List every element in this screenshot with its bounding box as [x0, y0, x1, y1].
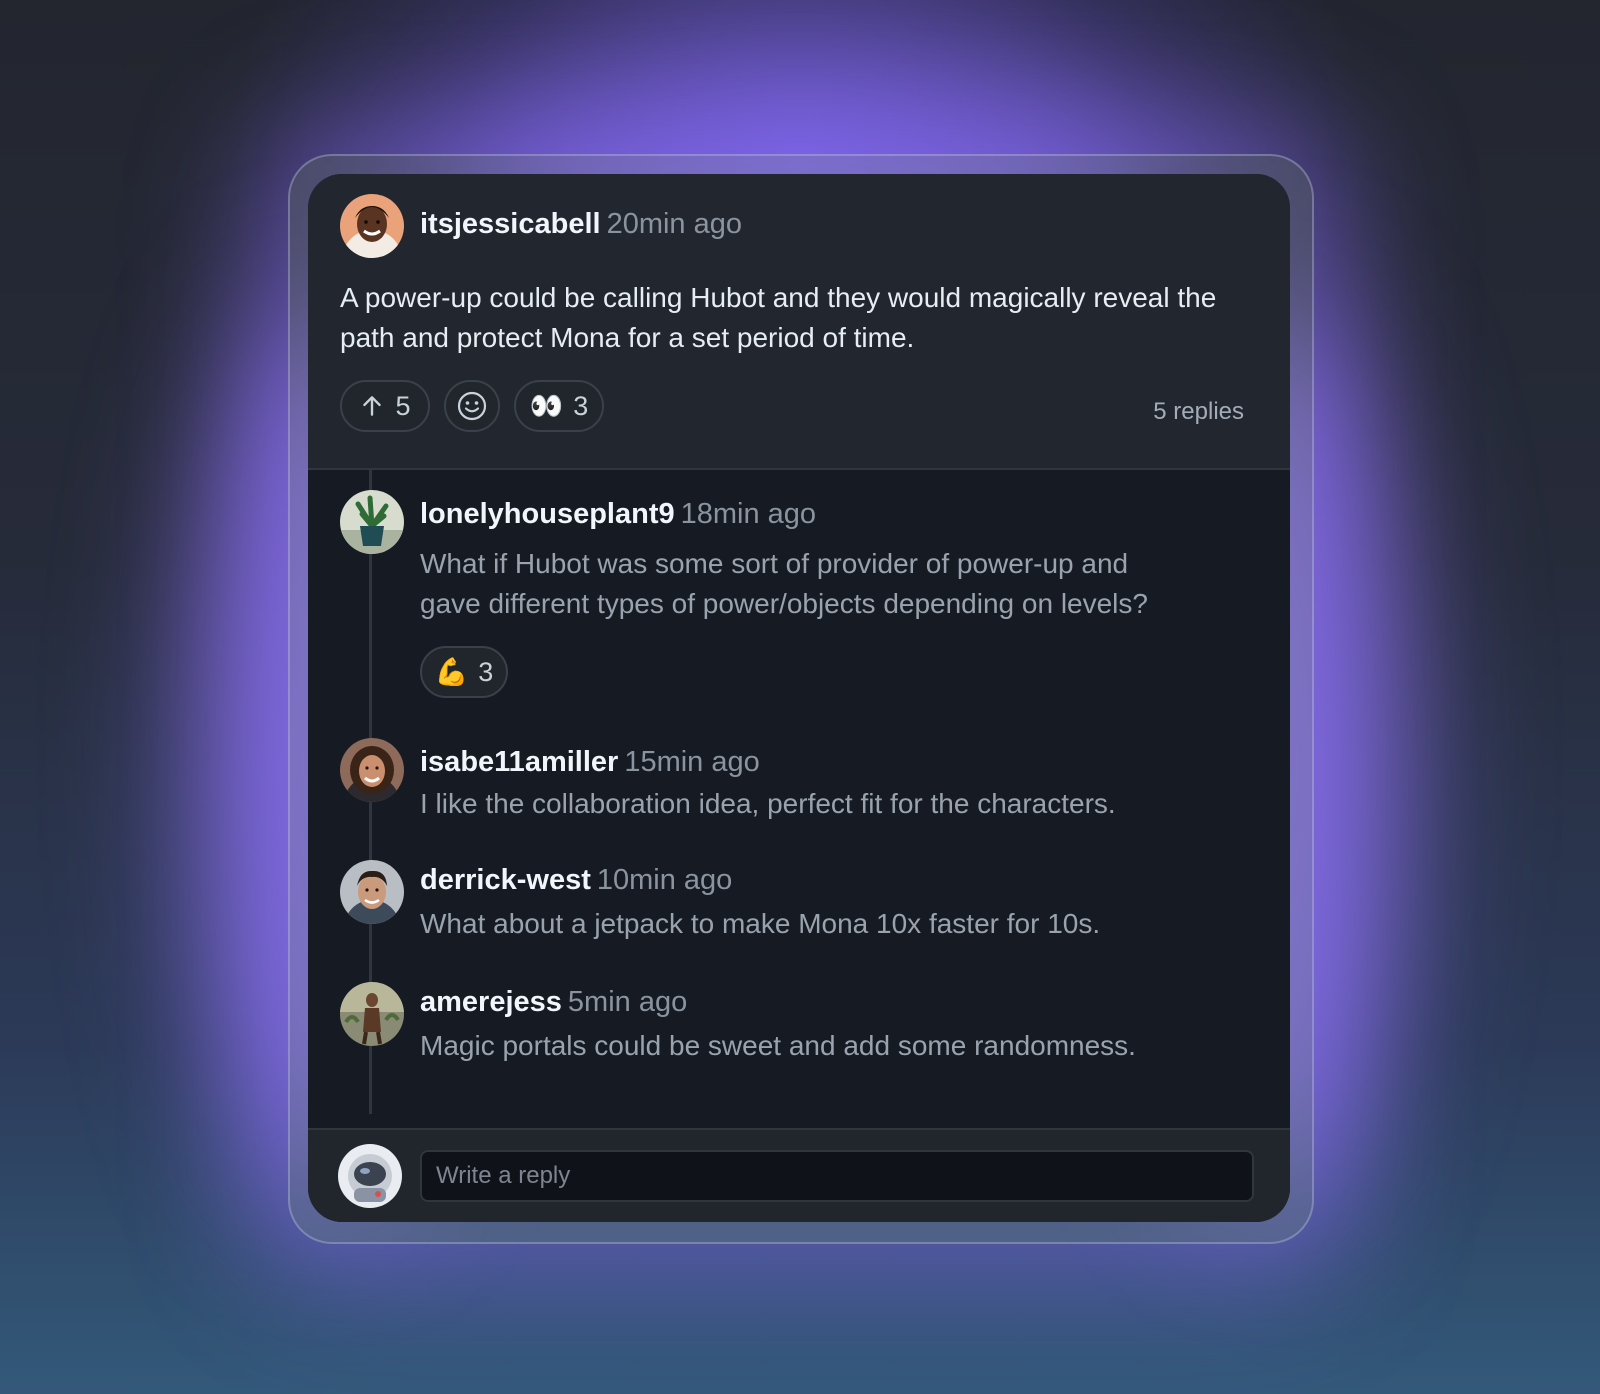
avatar-isabella-image: [340, 738, 404, 802]
arrow-up-icon: [363, 396, 382, 416]
reply-timestamp: 18min ago: [680, 498, 817, 530]
muscle-emoji-icon: 💪: [434, 657, 469, 687]
reply-header: lonelyhouseplant9 18min ago: [420, 496, 816, 532]
muscle-count: 3: [478, 656, 494, 687]
add-reaction-button[interactable]: [444, 380, 500, 432]
eyes-emoji-icon: 👀: [529, 391, 564, 421]
reply-author[interactable]: amerejess: [420, 986, 562, 1018]
eyes-reaction-button[interactable]: 👀 3: [514, 380, 604, 432]
avatar[interactable]: [340, 194, 404, 258]
main-post: itsjessicabell 20min ago A power-up could…: [308, 174, 1290, 470]
reply-author[interactable]: derrick-west: [420, 864, 591, 896]
post-header: itsjessicabell 20min ago: [420, 206, 742, 242]
reply-body: What about a jetpack to make Mona 10x fa…: [420, 908, 1101, 939]
reply-timestamp: 10min ago: [596, 864, 733, 896]
reply-body: I like the collaboration idea, perfect f…: [420, 788, 1116, 819]
muscle-reaction-button[interactable]: 💪 3: [420, 646, 508, 698]
avatar-amerejess-image: [340, 982, 404, 1046]
post-body: A power-up could be calling Hubot and th…: [340, 282, 1217, 353]
reply-composer: [308, 1128, 1290, 1222]
avatar[interactable]: [340, 490, 404, 554]
smiley-icon: [457, 391, 487, 421]
replies-count-link[interactable]: 5 replies: [1153, 398, 1244, 426]
avatar-jessica-image: [340, 194, 404, 258]
avatar-derrick-image: [340, 860, 404, 924]
reply-timestamp: 15min ago: [624, 746, 760, 778]
upvote-button[interactable]: 5: [340, 380, 430, 432]
post-timestamp: 20min ago: [606, 208, 742, 240]
reply-body: What if Hubot was some sort of provider …: [420, 548, 1129, 579]
reply-input[interactable]: [420, 1150, 1254, 1202]
reply-timestamp: 5min ago: [567, 986, 688, 1018]
discussion-card: itsjessicabell 20min ago A power-up could…: [308, 174, 1290, 1222]
reply-header: isabe11amiller 15min ago: [420, 744, 760, 780]
post-author[interactable]: itsjessicabell: [420, 208, 601, 240]
avatar-houseplant-image: [340, 490, 404, 554]
reply-header: derrick-west 10min ago: [420, 862, 732, 898]
avatar[interactable]: [340, 860, 404, 924]
reply-body: gave different types of power/objects de…: [420, 588, 1148, 619]
upvote-count: 5: [395, 390, 411, 421]
reply-header: amerejess 5min ago: [420, 984, 687, 1020]
avatar-astronaut-image: [338, 1144, 402, 1208]
current-user-avatar[interactable]: [338, 1144, 402, 1208]
eyes-count: 3: [573, 390, 589, 421]
reply-body: Magic portals could be sweet and add som…: [420, 1030, 1136, 1061]
avatar[interactable]: [340, 982, 404, 1046]
reply-author[interactable]: isabe11amiller: [420, 746, 618, 778]
reply-author[interactable]: lonelyhouseplant9: [420, 498, 675, 530]
avatar[interactable]: [340, 738, 404, 802]
